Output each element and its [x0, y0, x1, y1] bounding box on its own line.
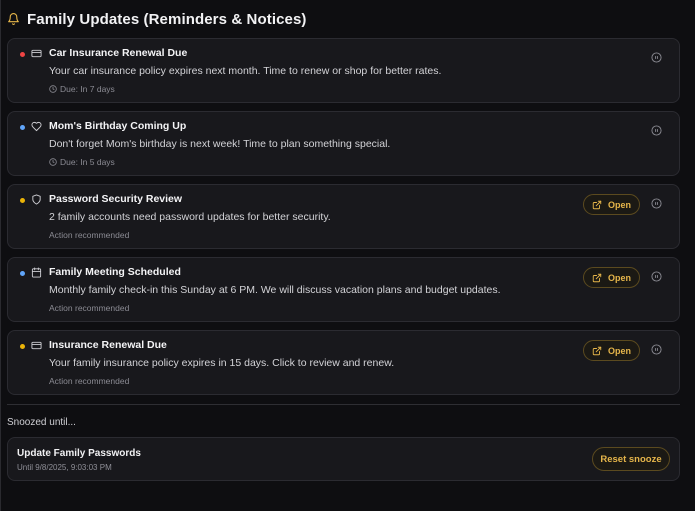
open-button[interactable]: Open — [583, 267, 640, 288]
snoozed-section-label: Snoozed until... — [7, 417, 76, 428]
calendar-icon — [31, 267, 42, 278]
open-button-label: Open — [607, 272, 631, 283]
notice-due: Due: In 7 days — [60, 84, 115, 94]
snooze-pause-icon[interactable] — [651, 52, 662, 63]
page-title: Family Updates (Reminders & Notices) — [27, 10, 307, 28]
shield-icon — [32, 194, 41, 205]
notice-card: Insurance Renewal Due Your family insura… — [7, 330, 680, 395]
notice-meta: Action recommended — [49, 230, 130, 240]
family-updates-panel: Family Updates (Reminders & Notices) Car… — [0, 0, 695, 511]
snoozed-item-card: Update Family Passwords Until 9/8/2025, … — [7, 437, 680, 481]
external-link-icon — [592, 346, 602, 355]
status-dot-blue — [20, 271, 25, 276]
bell-icon — [8, 13, 19, 25]
open-button-label: Open — [607, 345, 631, 356]
snooze-pause-icon[interactable] — [651, 125, 662, 136]
notice-title: Car Insurance Renewal Due — [49, 47, 188, 59]
notice-title: Family Meeting Scheduled — [49, 266, 181, 278]
snoozed-until-text: Until 9/8/2025, 9:03:03 PM — [17, 463, 112, 472]
card-icon — [31, 49, 42, 58]
open-button[interactable]: Open — [583, 340, 640, 361]
snooze-pause-icon[interactable] — [651, 198, 662, 209]
status-dot-yellow — [20, 198, 25, 203]
snoozed-item-title: Update Family Passwords — [17, 448, 141, 459]
notice-meta: Action recommended — [49, 376, 130, 386]
external-link-icon — [592, 273, 602, 282]
notice-message: Don't forget Mom's birthday is next week… — [49, 138, 391, 150]
snooze-pause-icon[interactable] — [651, 344, 662, 355]
snooze-pause-icon[interactable] — [651, 271, 662, 282]
notice-title: Insurance Renewal Due — [49, 339, 167, 351]
status-dot-red — [20, 52, 25, 57]
notice-message: 2 family accounts need password updates … — [49, 211, 331, 223]
open-button[interactable]: Open — [583, 194, 640, 215]
clock-icon — [49, 85, 57, 93]
section-divider — [7, 404, 680, 405]
notice-due: Due: In 5 days — [60, 157, 115, 167]
notice-card: Family Meeting Scheduled Monthly family … — [7, 257, 680, 322]
heart-icon — [31, 121, 42, 132]
notice-title: Password Security Review — [49, 193, 183, 205]
notice-meta: Due: In 5 days — [49, 157, 115, 167]
clock-icon — [49, 158, 57, 166]
card-icon — [31, 341, 42, 350]
notice-meta: Action recommended — [49, 303, 130, 313]
panel-header: Family Updates (Reminders & Notices) — [7, 9, 307, 29]
external-link-icon — [592, 200, 602, 209]
notice-message: Monthly family check-in this Sunday at 6… — [49, 284, 501, 296]
open-button-label: Open — [607, 199, 631, 210]
status-dot-blue — [20, 125, 25, 130]
notice-message: Your family insurance policy expires in … — [49, 357, 395, 369]
notice-card: Mom's Birthday Coming Up Don't forget Mo… — [7, 111, 680, 176]
notice-card: Car Insurance Renewal Due Your car insur… — [7, 38, 680, 103]
notice-title: Mom's Birthday Coming Up — [49, 120, 187, 132]
notice-meta: Due: In 7 days — [49, 84, 115, 94]
status-dot-yellow — [20, 344, 25, 349]
notice-card: Password Security Review 2 family accoun… — [7, 184, 680, 249]
notice-message: Your car insurance policy expires next m… — [49, 65, 442, 77]
reset-snooze-button[interactable]: Reset snooze — [592, 447, 670, 471]
